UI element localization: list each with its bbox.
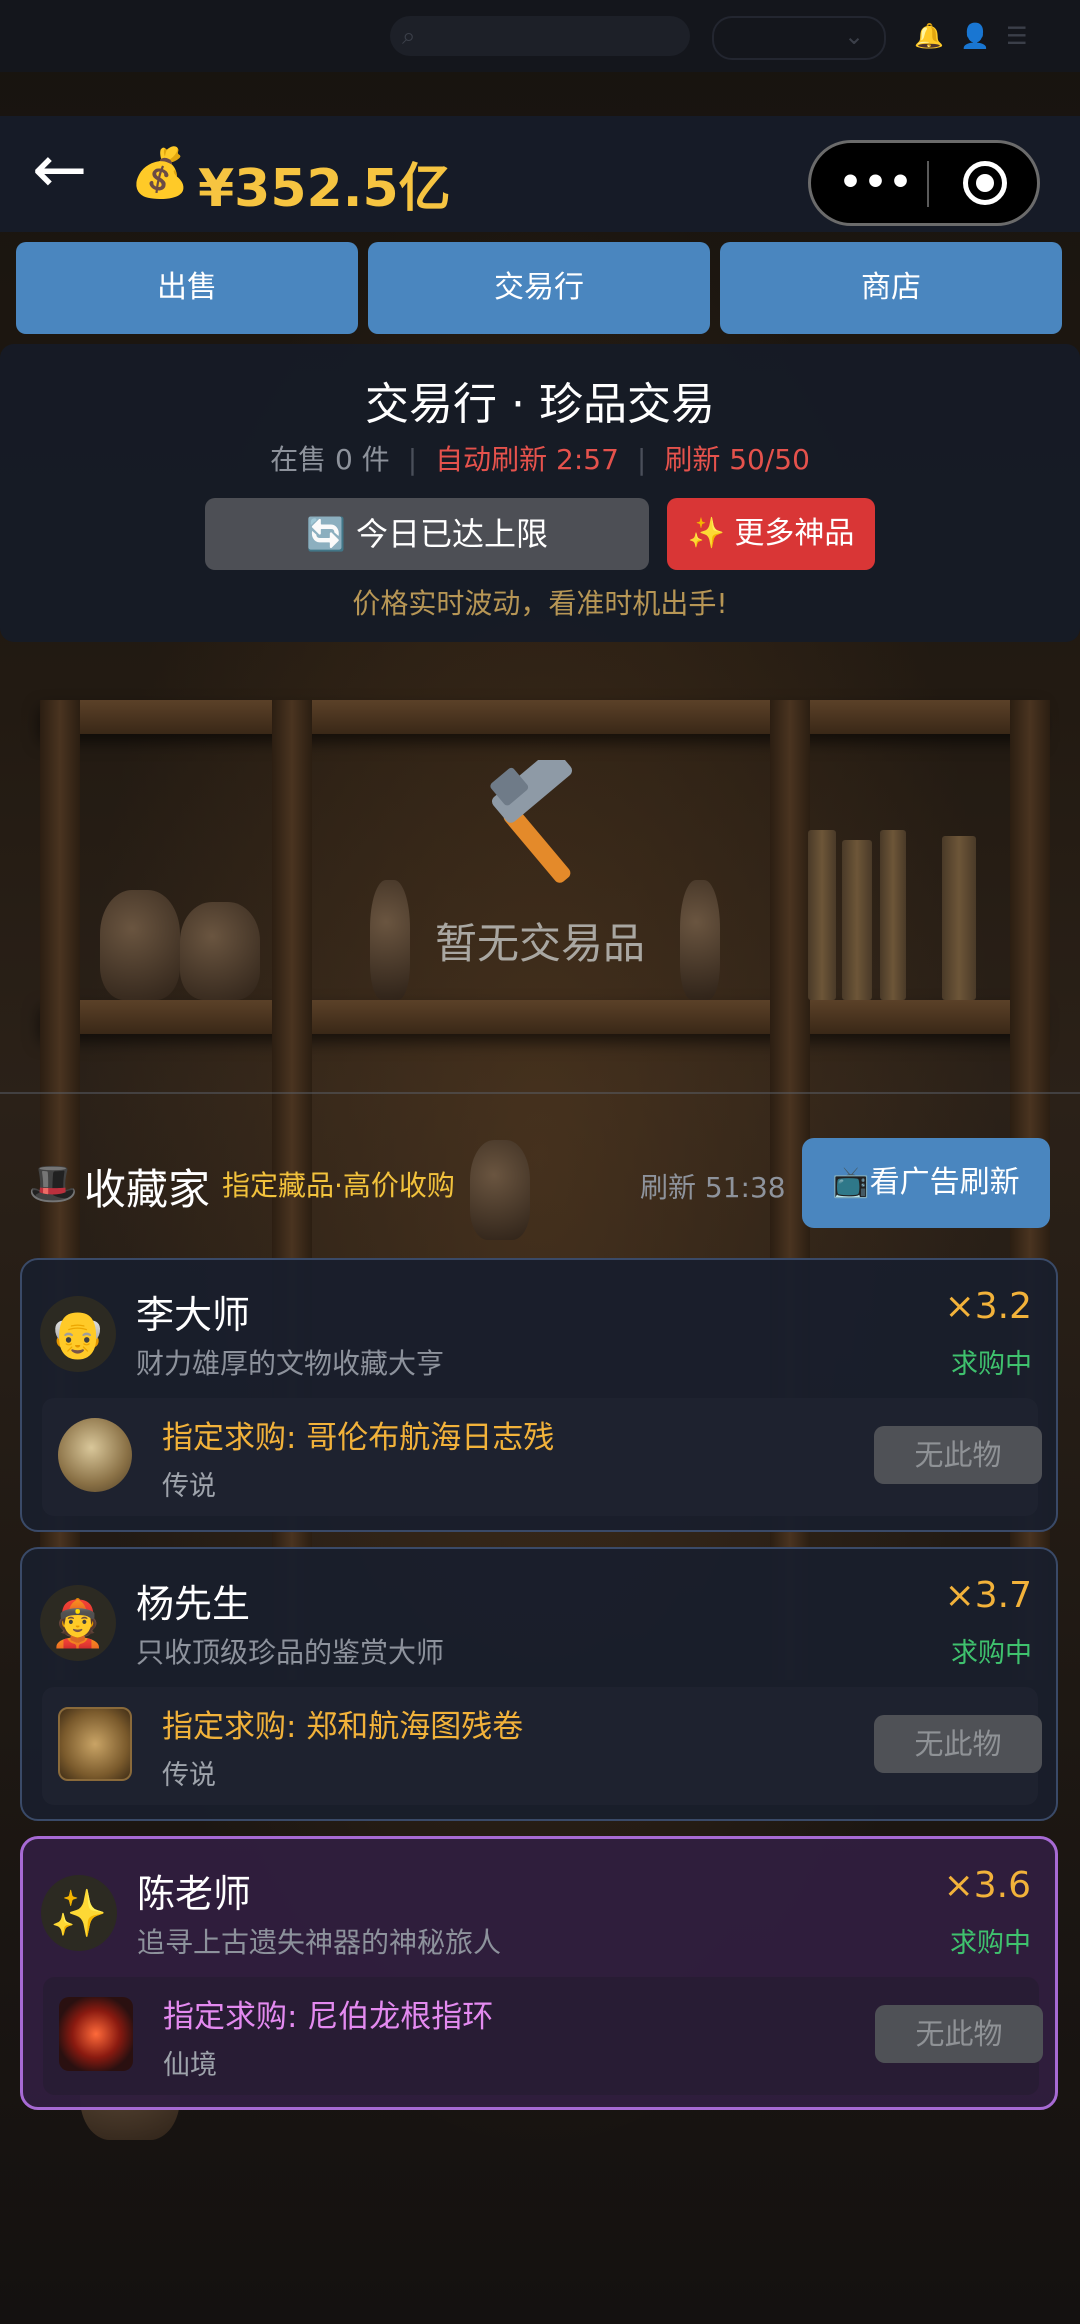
refresh-count: 刷新 50/50 <box>664 443 810 476</box>
stat-separator: | <box>636 443 647 476</box>
request-title: 指定求购: 郑和航海图残卷 <box>162 1709 524 1745</box>
avatar: 👴 <box>40 1296 116 1372</box>
search-icon: ⌕ <box>402 22 416 50</box>
collectors-title: 收藏家 <box>84 1165 211 1214</box>
user-icon[interactable]: 👤 <box>960 22 990 50</box>
request-row: 指定求购: 尼伯龙根指环 仙境 无此物 <box>43 1977 1043 2095</box>
item-rarity: 传说 <box>162 1760 216 1791</box>
market-hint: 价格实时波动，看准时机出手! <box>352 587 728 620</box>
bottle <box>470 1140 530 1240</box>
avatar: 👲 <box>40 1585 116 1661</box>
avatar: ✨ <box>41 1875 117 1951</box>
collector-desc: 只收顶级珍品的鉴赏大师 <box>136 1636 445 1669</box>
chrome-dropdown[interactable]: ⌄ <box>712 16 886 60</box>
collector-card: 👲 杨先生 只收顶级珍品的鉴赏大师 ×3.7 求购中 指定求购: 郑和航海图残卷… <box>20 1547 1058 1821</box>
collector-card: 👴 李大师 财力雄厚的文物收藏大亨 ×3.2 求购中 指定求购: 哥伦布航海日志… <box>20 1258 1058 1532</box>
top-hat-icon: 🎩 <box>28 1161 78 1207</box>
logbook-item-icon <box>58 1418 132 1492</box>
chevron-down-icon: ⌄ <box>844 22 865 50</box>
top-header: ← 💰 ¥352.5亿 ••• <box>0 116 1080 232</box>
more-options-icon[interactable]: ••• <box>839 165 914 201</box>
tab-shop[interactable]: 商店 <box>720 242 1062 334</box>
tab-market[interactable]: 交易行 <box>368 242 710 334</box>
shelf-board <box>40 1000 1040 1034</box>
daily-limit-button[interactable]: 🔄 今日已达上限 <box>205 498 649 570</box>
bell-icon[interactable]: 🔔 <box>914 22 944 50</box>
close-target-icon[interactable] <box>963 161 1007 205</box>
no-item-button[interactable]: 无此物 <box>874 1426 1042 1484</box>
item-rarity: 传说 <box>162 1471 216 1502</box>
back-arrow-icon[interactable]: ← <box>32 137 112 203</box>
request-row: 指定求购: 郑和航海图残卷 传说 无此物 <box>42 1687 1042 1805</box>
main-tabs: 出售 交易行 商店 <box>16 242 1064 336</box>
price-multiplier: ×3.6 <box>943 1865 1031 1906</box>
request-status: 求购中 <box>951 1349 1032 1380</box>
collectors-refresh-timer: 刷新 51:38 <box>640 1171 786 1204</box>
price-multiplier: ×3.7 <box>944 1575 1032 1616</box>
hammer-icon <box>490 760 573 883</box>
menu-icon[interactable]: ☰ <box>1006 22 1028 50</box>
map-scroll-item-icon <box>58 1707 132 1781</box>
request-title: 指定求购: 哥伦布航海日志残 <box>162 1420 555 1456</box>
browser-chrome: ⌕ ⌄ 🔔 👤 ☰ <box>0 0 1080 72</box>
collector-name: 杨先生 <box>136 1582 251 1626</box>
auto-refresh-timer: 自动刷新 2:57 <box>435 443 619 476</box>
section-divider <box>0 1092 1080 1094</box>
market-stats: 在售 0 件 | 自动刷新 2:57 | 刷新 50/50 <box>0 438 1080 478</box>
no-item-button[interactable]: 无此物 <box>874 1715 1042 1773</box>
collector-card: ✨ 陈老师 追寻上古遗失神器的神秘旅人 ×3.6 求购中 指定求购: 尼伯龙根指… <box>20 1836 1058 2110</box>
request-row: 指定求购: 哥伦布航海日志残 传说 无此物 <box>42 1398 1042 1516</box>
watch-ad-refresh-button[interactable]: 📺看广告刷新 <box>802 1138 1050 1228</box>
collector-desc: 追寻上古遗失神器的神秘旅人 <box>137 1926 502 1959</box>
money-bag-icon: 💰 <box>130 145 190 201</box>
market-title: 交易行 · 珍品交易 <box>365 379 715 430</box>
tab-sell[interactable]: 出售 <box>16 242 358 334</box>
request-status: 求购中 <box>950 1928 1031 1959</box>
ring-item-icon <box>59 1997 133 2071</box>
capsule-divider <box>927 161 929 207</box>
market-panel: 交易行 · 珍品交易 在售 0 件 | 自动刷新 2:57 | 刷新 50/50 🔄 今… <box>0 344 1080 642</box>
empty-message: 暂无交易品 <box>434 919 645 968</box>
item-rarity: 仙境 <box>163 2050 217 2081</box>
on-sale-count: 在售 0 件 <box>270 443 390 476</box>
more-treasures-button[interactable]: ✨ 更多神品 <box>667 498 875 570</box>
collector-name: 李大师 <box>136 1293 251 1337</box>
collectors-subtitle: 指定藏品·高价收购 <box>222 1169 455 1202</box>
request-status: 求购中 <box>951 1638 1032 1669</box>
money-balance: ¥352.5亿 <box>198 159 451 219</box>
stat-separator: | <box>407 443 418 476</box>
price-multiplier: ×3.2 <box>944 1286 1032 1327</box>
no-item-button[interactable]: 无此物 <box>875 2005 1043 2063</box>
collector-name: 陈老师 <box>137 1872 252 1916</box>
mini-program-capsule: ••• <box>808 140 1040 226</box>
shelf-board <box>40 700 1040 734</box>
request-title: 指定求购: 尼伯龙根指环 <box>163 1999 494 2035</box>
chrome-search-bar[interactable]: ⌕ <box>390 16 690 56</box>
collector-desc: 财力雄厚的文物收藏大亨 <box>136 1347 445 1380</box>
